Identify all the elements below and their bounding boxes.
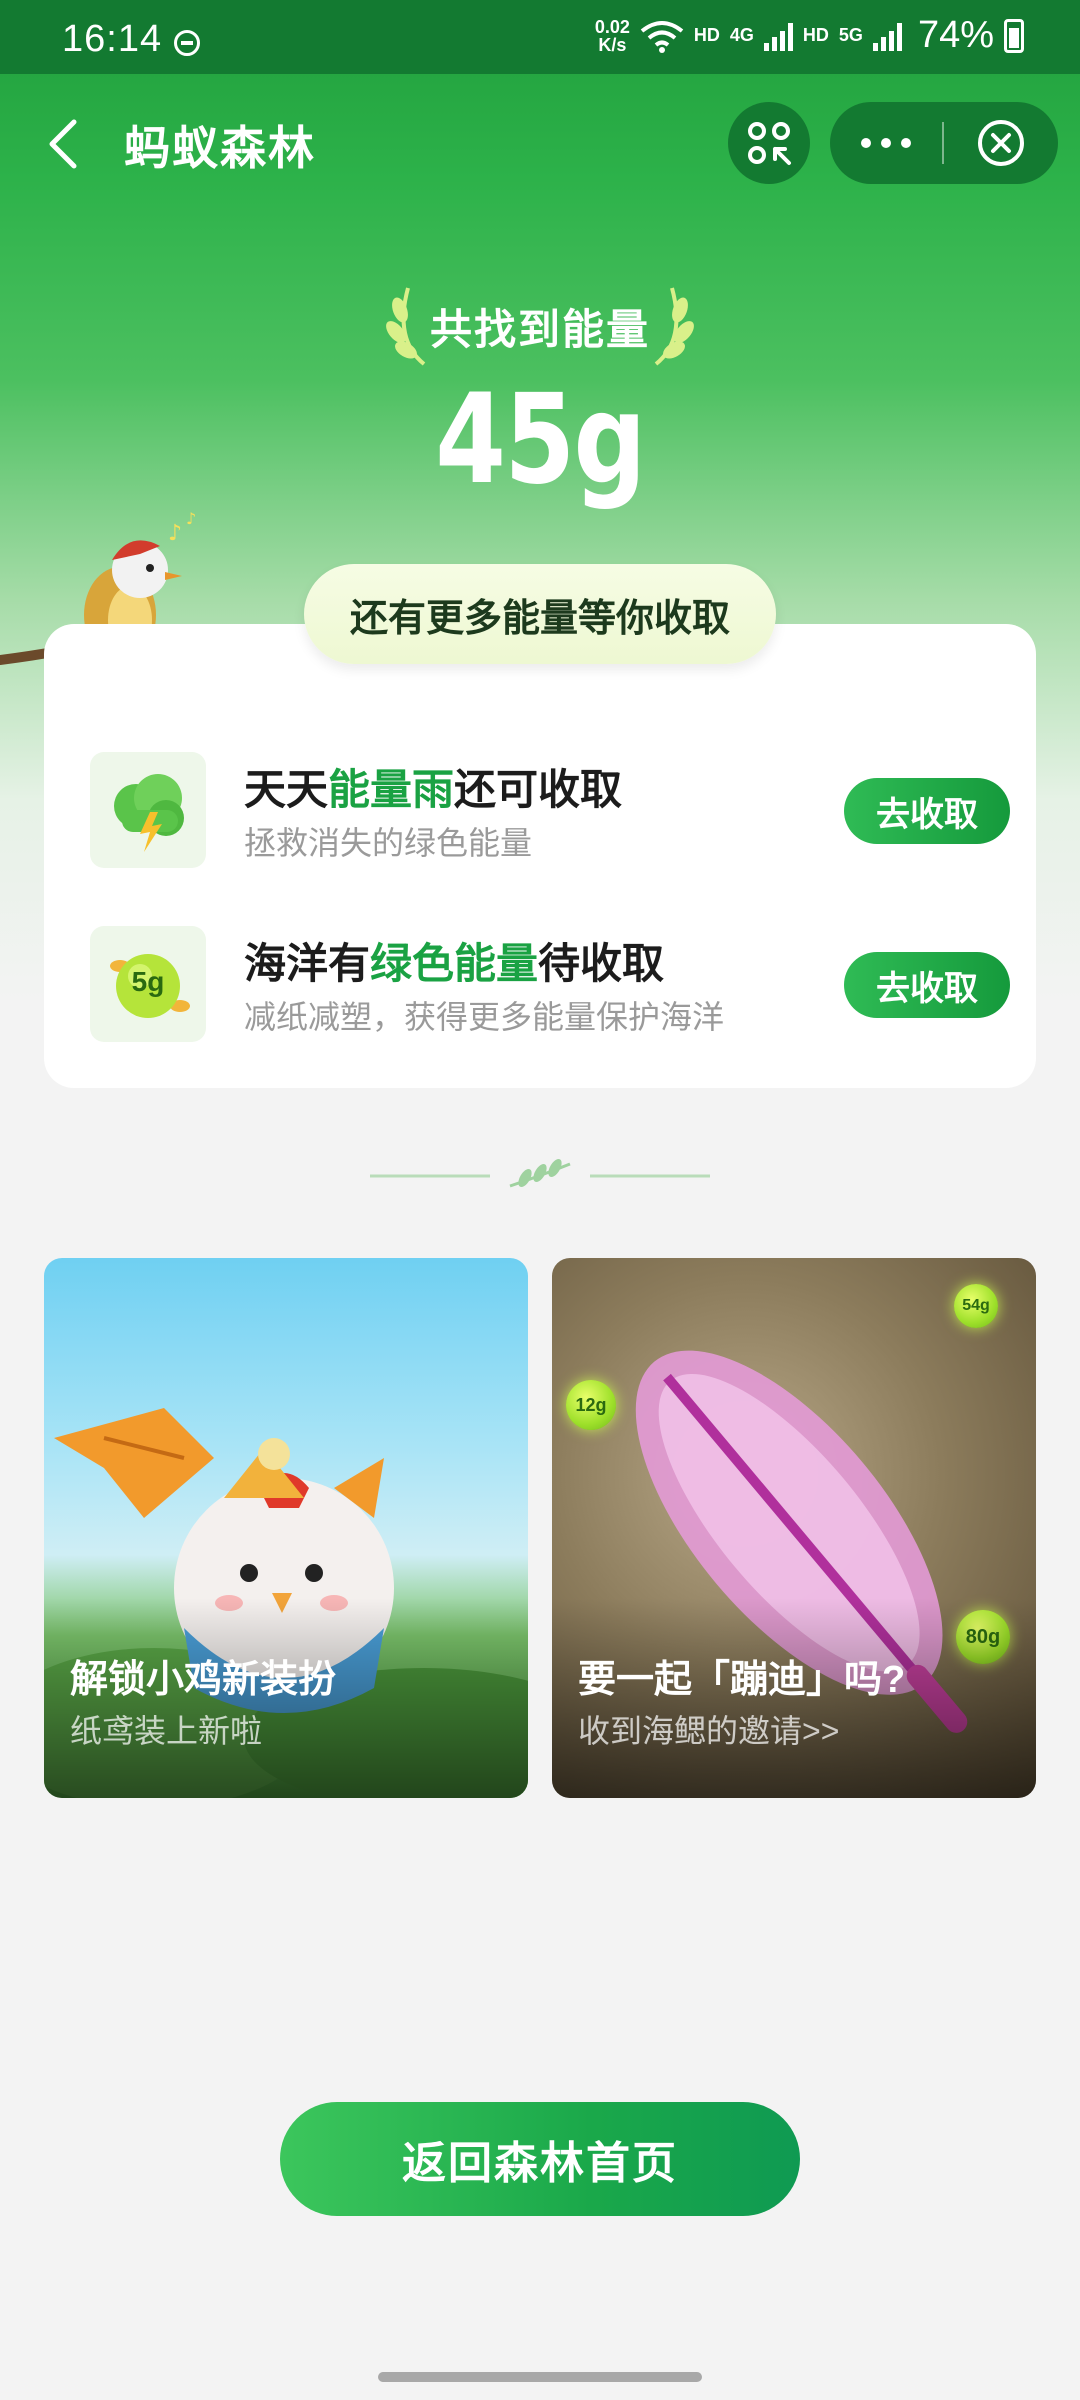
task-ocean-energy: 5g 海洋有绿色能量待收取 减纸减塑，获得更多能量保护海洋 去收取	[90, 926, 1010, 1046]
energy-found-label: 共找到能量	[429, 306, 650, 353]
network-5g-label: 5G	[838, 25, 863, 45]
network-speed-unit: K/s	[598, 34, 627, 55]
promo-sea-pen[interactable]: 54g 12g 80g 要一起「蹦迪」吗? 收到海鳃的邀请>>	[552, 1258, 1036, 1798]
battery-percent: 74%	[917, 14, 994, 56]
energy-ball-54g[interactable]: 54g	[954, 1284, 998, 1328]
task-subtitle: 拯救消失的绿色能量	[244, 825, 533, 861]
cloud-lightning-icon	[90, 752, 206, 868]
scan-icon	[748, 122, 791, 165]
promo-title: 要一起「蹦迪」吗?	[578, 1659, 906, 1701]
do-not-disturb-icon	[174, 30, 200, 56]
promo-title: 解锁小鸡新装扮	[70, 1659, 337, 1701]
scan-button[interactable]	[728, 102, 810, 184]
signal-4g-icon	[763, 21, 793, 51]
collect-button[interactable]: 去收取	[844, 952, 1010, 1018]
promo-subtitle: 纸鸢装上新啦	[70, 1713, 263, 1749]
close-icon	[978, 120, 1024, 166]
network-speed-value: 0.02	[594, 16, 630, 37]
energy-ball-label: 5g	[131, 966, 165, 997]
more-energy-pill: 还有更多能量等你收取	[304, 564, 776, 664]
back-to-forest-home-button[interactable]: 返回森林首页	[280, 2102, 800, 2216]
close-button[interactable]	[944, 118, 1058, 168]
network-4g-label: 4G	[729, 25, 754, 45]
leaf-divider	[370, 1158, 710, 1188]
promo-subtitle: 收到海鳃的邀请>>	[578, 1713, 840, 1749]
hd-label-2: HD	[802, 25, 829, 45]
status-indicators: 0.02 K/s HD 4G HD 5G 74%	[595, 14, 1024, 57]
task-title: 海洋有绿色能量待收取	[244, 940, 665, 987]
status-time: 16:14	[62, 18, 163, 60]
status-bar: 16:14 0.02 K/s HD 4G HD 5G 74%	[0, 0, 1080, 74]
promo-chick-outfit[interactable]: 解锁小鸡新装扮 纸鸢装上新啦	[44, 1258, 528, 1798]
energy-found-value: 45g	[435, 368, 646, 512]
hd-label-1: HD	[693, 25, 720, 45]
page-title: 蚂蚁森林	[124, 122, 316, 174]
energy-ball-12g[interactable]: 12g	[566, 1380, 616, 1430]
signal-5g-icon	[872, 21, 902, 51]
collect-button[interactable]: 去收取	[844, 778, 1010, 844]
wifi-icon	[640, 20, 684, 53]
home-indicator[interactable]	[378, 2372, 702, 2382]
network-speed: 0.02 K/s	[595, 18, 630, 54]
miniapp-capsule	[830, 102, 1058, 184]
svg-text:♪: ♪	[186, 510, 196, 528]
svg-text:♪: ♪	[168, 521, 182, 546]
task-energy-rain: 天天能量雨还可收取 拯救消失的绿色能量 去收取	[90, 752, 1010, 872]
energy-ball-icon: 5g	[90, 926, 206, 1042]
task-title: 天天能量雨还可收取	[244, 766, 623, 813]
battery-icon	[1004, 18, 1024, 53]
task-subtitle: 减纸减塑，获得更多能量保护海洋	[244, 999, 725, 1035]
back-icon[interactable]	[44, 118, 80, 170]
more-icon[interactable]	[830, 138, 942, 148]
